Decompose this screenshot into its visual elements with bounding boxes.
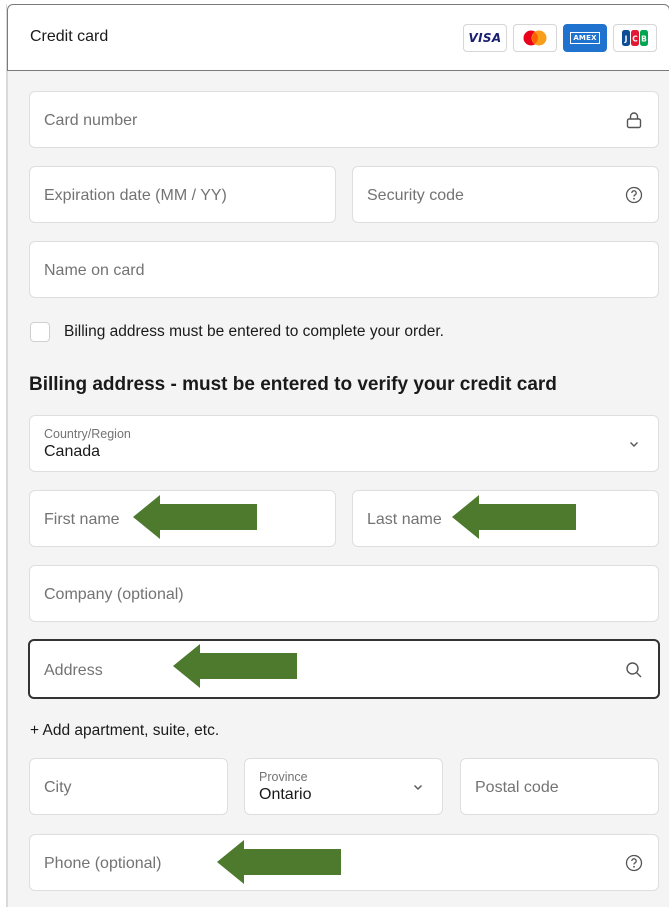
chevron-down-icon [630, 442, 638, 447]
billing-checkbox[interactable] [30, 322, 50, 342]
company-placeholder: Company (optional) [44, 586, 184, 603]
amex-label: AMEX [570, 32, 600, 44]
visa-icon: VISA [463, 24, 507, 52]
card-number-field[interactable]: Card number [29, 91, 659, 148]
country-label: Country/Region [44, 427, 131, 441]
chevron-down-icon [414, 785, 422, 790]
phone-field[interactable]: Phone (optional) [29, 834, 659, 891]
svg-text:J: J [624, 35, 628, 44]
annotation-arrow-address [173, 644, 297, 688]
header-title: Credit card [30, 28, 109, 45]
postal-code-field[interactable]: Postal code [460, 758, 659, 815]
lock-icon [626, 112, 642, 129]
first-name-placeholder: First name [44, 511, 120, 528]
card-details-panel: Card number Expiration date (MM / YY) Se… [7, 71, 669, 907]
help-icon[interactable] [624, 185, 644, 205]
billing-address-heading: Billing address - must be entered to ver… [29, 374, 557, 395]
billing-checkbox-label: Billing address must be entered to compl… [64, 323, 444, 340]
address-field[interactable]: Address [28, 639, 660, 699]
jcb-icon: J C B [613, 24, 657, 52]
province-select[interactable]: Province Ontario [244, 758, 443, 815]
payment-form: Credit card VISA AMEX J C B Card number … [6, 4, 669, 907]
city-placeholder: City [44, 779, 72, 796]
add-apartment-link[interactable]: + Add apartment, suite, etc. [30, 722, 219, 740]
city-field[interactable]: City [29, 758, 228, 815]
last-name-placeholder: Last name [367, 511, 442, 528]
annotation-arrow-first-name [133, 495, 257, 539]
card-brand-badges: VISA AMEX J C B [463, 24, 657, 52]
amex-icon: AMEX [563, 24, 607, 52]
company-field[interactable]: Company (optional) [29, 565, 659, 622]
search-icon [626, 662, 642, 678]
help-icon[interactable] [624, 853, 644, 873]
annotation-arrow-last-name [452, 495, 576, 539]
annotation-arrow-phone [217, 840, 341, 884]
svg-text:C: C [632, 35, 638, 44]
security-code-field[interactable]: Security code [352, 166, 659, 223]
expiration-date-placeholder: Expiration date (MM / YY) [44, 187, 227, 204]
mastercard-icon [513, 24, 557, 52]
name-on-card-field[interactable]: Name on card [29, 241, 659, 298]
phone-placeholder: Phone (optional) [44, 855, 162, 872]
country-select[interactable]: Country/Region Canada [29, 415, 659, 472]
card-number-placeholder: Card number [44, 112, 138, 129]
country-value: Canada [44, 443, 101, 460]
postal-code-placeholder: Postal code [475, 779, 559, 796]
address-placeholder: Address [44, 662, 103, 679]
security-code-placeholder: Security code [367, 187, 464, 204]
credit-card-header[interactable]: Credit card VISA AMEX J C B [7, 4, 669, 71]
svg-text:B: B [641, 35, 647, 44]
name-on-card-placeholder: Name on card [44, 262, 145, 279]
visa-label: VISA [468, 31, 502, 45]
expiration-date-field[interactable]: Expiration date (MM / YY) [29, 166, 336, 223]
province-label: Province [259, 770, 308, 784]
province-value: Ontario [259, 786, 312, 803]
